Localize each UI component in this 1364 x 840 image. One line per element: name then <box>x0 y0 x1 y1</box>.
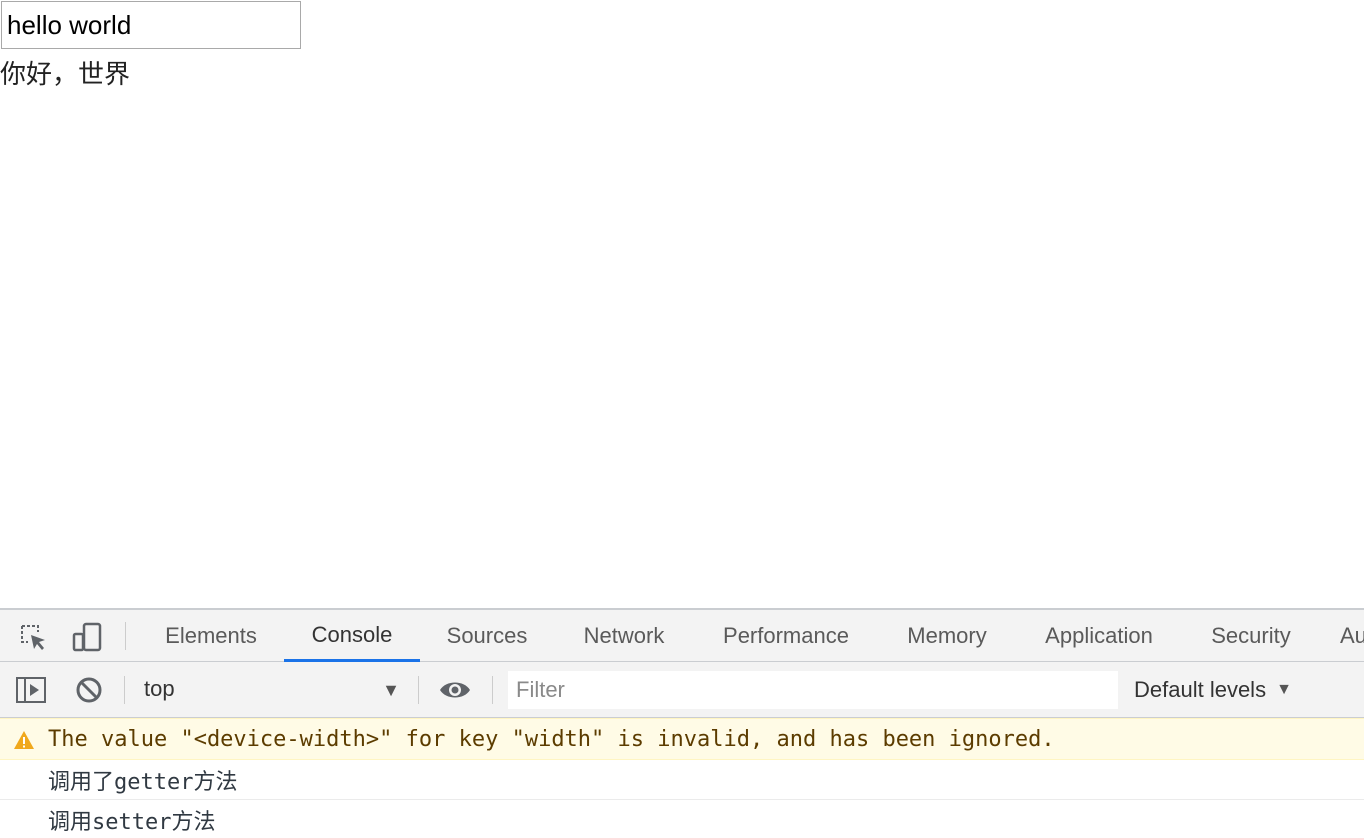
log-levels-label: Default levels <box>1134 677 1267 702</box>
text-input[interactable] <box>1 1 301 49</box>
tab-application[interactable]: Application <box>1018 610 1180 662</box>
tab-security[interactable]: Security <box>1184 610 1318 662</box>
tab-network[interactable]: Network <box>556 610 692 662</box>
warning-icon <box>14 731 34 749</box>
chevron-down-icon: ▼ <box>382 680 400 700</box>
device-toolbar-icon[interactable] <box>70 620 104 654</box>
filter-input[interactable] <box>508 671 1118 709</box>
tab-memory[interactable]: Memory <box>880 610 1014 662</box>
tab-audits[interactable]: Au <box>1320 610 1364 662</box>
toolbar-divider <box>125 622 126 650</box>
page-text: 你好，世界 <box>0 60 131 90</box>
log-levels-dropdown[interactable]: Default levels ▼ <box>1134 672 1292 708</box>
devtools-panel: Elements Console Sources Network Perform… <box>0 608 1364 840</box>
tab-performance[interactable]: Performance <box>696 610 876 662</box>
tab-sources[interactable]: Sources <box>422 610 552 662</box>
live-expression-eye-icon[interactable] <box>438 673 472 707</box>
tab-elements[interactable]: Elements <box>140 610 282 662</box>
web-page: 你好，世界 <box>0 0 1364 608</box>
clear-console-icon[interactable] <box>72 673 106 707</box>
console-log-message: 调用setter方法 <box>0 800 1364 840</box>
console-toolbar: top ▼ Default levels ▼ <box>0 662 1364 718</box>
console-message-text: 调用了getter方法 <box>48 769 238 795</box>
toolbar-divider <box>124 676 125 704</box>
context-label: top <box>144 676 175 701</box>
toolbar-divider <box>492 676 493 704</box>
console-log-message: 调用了getter方法 <box>0 760 1364 800</box>
console-warning-message: The value "<device-width>" for key "widt… <box>0 718 1364 760</box>
console-messages: The value "<device-width>" for key "widt… <box>0 718 1364 840</box>
inspect-element-icon[interactable] <box>16 620 50 654</box>
toolbar-divider <box>418 676 419 704</box>
sidebar-toggle-icon[interactable] <box>14 673 48 707</box>
tab-console[interactable]: Console <box>284 610 420 662</box>
console-message-text: The value "<device-width>" for key "widt… <box>48 726 1055 752</box>
chevron-down-icon: ▼ <box>1276 681 1292 698</box>
devtools-tabbar: Elements Console Sources Network Perform… <box>0 608 1364 662</box>
context-selector[interactable]: top ▼ <box>130 672 410 708</box>
console-message-text: 调用setter方法 <box>48 809 216 835</box>
